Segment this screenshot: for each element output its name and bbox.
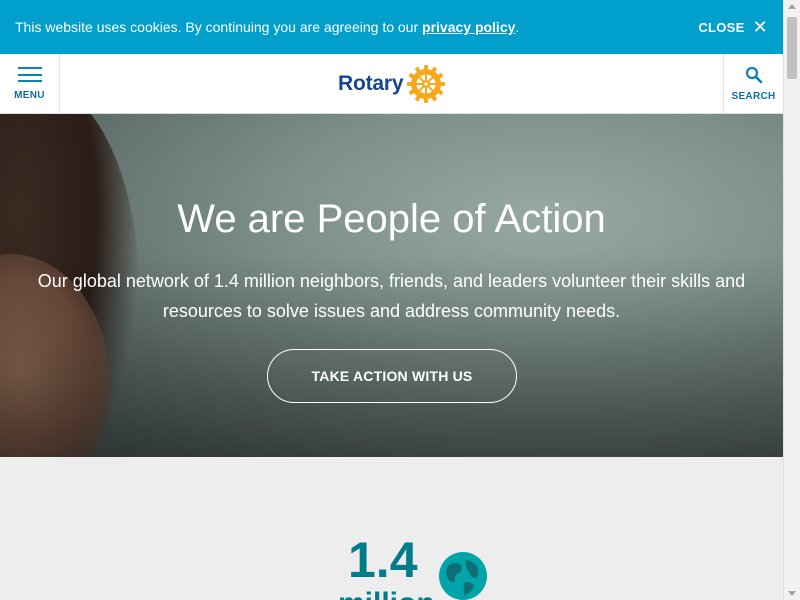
search-icon (745, 66, 762, 84)
logo-text: Rotary (338, 72, 404, 95)
stats-section: 1.4 million (0, 457, 783, 600)
globe-icon (439, 552, 487, 600)
hero-title: We are People of Action (177, 197, 606, 241)
hero-banner: We are People of Action Our global netwo… (0, 114, 783, 457)
stat-unit: million (338, 589, 435, 600)
site-header: MENU Rotary SEARCH (0, 54, 783, 114)
scroll-down-arrow-icon[interactable] (788, 591, 796, 596)
search-label: SEARCH (731, 91, 776, 102)
hamburger-icon (17, 67, 42, 82)
menu-button[interactable]: MENU (0, 54, 60, 114)
rotary-logo[interactable]: Rotary (338, 64, 446, 104)
hero-description: Our global network of 1.4 million neighb… (37, 271, 746, 321)
close-icon: ✕ (752, 17, 768, 37)
scrollbar-thumb[interactable] (787, 17, 797, 79)
take-action-button[interactable]: TAKE ACTION WITH US (267, 349, 517, 403)
stat-number: 1.4 (348, 532, 418, 588)
page-scrollbar[interactable] (783, 0, 800, 600)
search-button[interactable]: SEARCH (723, 54, 783, 114)
menu-label: MENU (14, 90, 45, 101)
cookie-message: This website uses cookies. By continuing… (15, 19, 698, 35)
rotary-wheel-icon (407, 65, 446, 103)
cookie-banner: This website uses cookies. By continuing… (0, 0, 783, 54)
cookie-close-button[interactable]: CLOSE ✕ (698, 18, 768, 36)
cookie-close-label: CLOSE (698, 19, 745, 35)
privacy-policy-link[interactable]: privacy policy (422, 19, 515, 35)
cookie-message-end: . (515, 19, 520, 35)
cookie-message-text: This website uses cookies. By continuing… (15, 19, 423, 35)
scroll-up-arrow-icon[interactable] (788, 4, 796, 9)
